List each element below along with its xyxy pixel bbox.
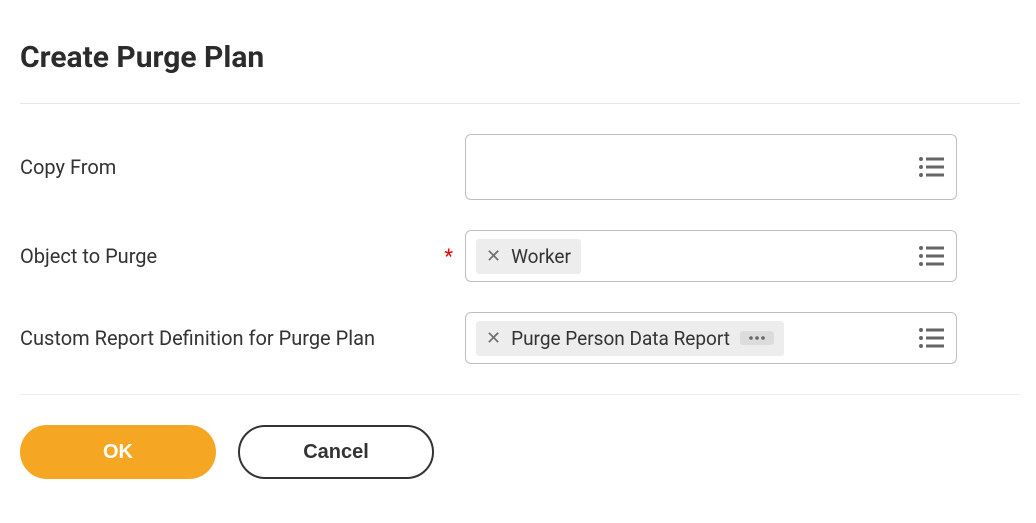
input-col: ✕ Worker [465,230,957,282]
chip-label: Purge Person Data Report [511,327,730,350]
dialog-actions: OK Cancel [20,425,1020,479]
form-divider [20,394,1020,395]
input-col [465,134,957,200]
page-title: Create Purge Plan [20,40,1020,75]
ok-button[interactable]: OK [20,425,216,479]
field-row-object-to-purge: Object to Purge * ✕ Worker [20,230,1020,282]
label-custom-report: Custom Report Definition for Purge Plan [20,326,465,350]
chip-purge-report: ✕ Purge Person Data Report [476,321,784,356]
object-to-purge-picker[interactable]: ✕ Worker [465,230,957,282]
header-divider [20,103,1020,104]
remove-chip-icon[interactable]: ✕ [486,328,501,349]
list-icon[interactable] [918,245,946,267]
list-icon[interactable] [918,156,946,178]
more-options-icon[interactable] [740,331,774,345]
chip-label: Worker [511,245,571,268]
input-col: ✕ Purge Person Data Report [465,312,957,364]
chip-area: ✕ Worker [476,239,910,274]
chip-area: ✕ Purge Person Data Report [476,321,910,356]
copy-from-picker[interactable] [465,134,957,200]
label-copy-from: Copy From [20,155,465,179]
label-text: Copy From [20,155,116,179]
label-text: Object to Purge [20,244,157,268]
list-icon[interactable] [918,327,946,349]
field-row-custom-report: Custom Report Definition for Purge Plan … [20,312,1020,364]
cancel-button[interactable]: Cancel [238,425,434,479]
field-row-copy-from: Copy From [20,134,1020,200]
label-text: Custom Report Definition for Purge Plan [20,326,375,350]
label-object-to-purge: Object to Purge * [20,244,465,268]
create-purge-plan-dialog: Create Purge Plan Copy From Object to Pu [20,40,1020,479]
chip-worker: ✕ Worker [476,239,581,274]
remove-chip-icon[interactable]: ✕ [486,246,501,267]
required-indicator: * [444,244,453,268]
custom-report-picker[interactable]: ✕ Purge Person Data Report [465,312,957,364]
